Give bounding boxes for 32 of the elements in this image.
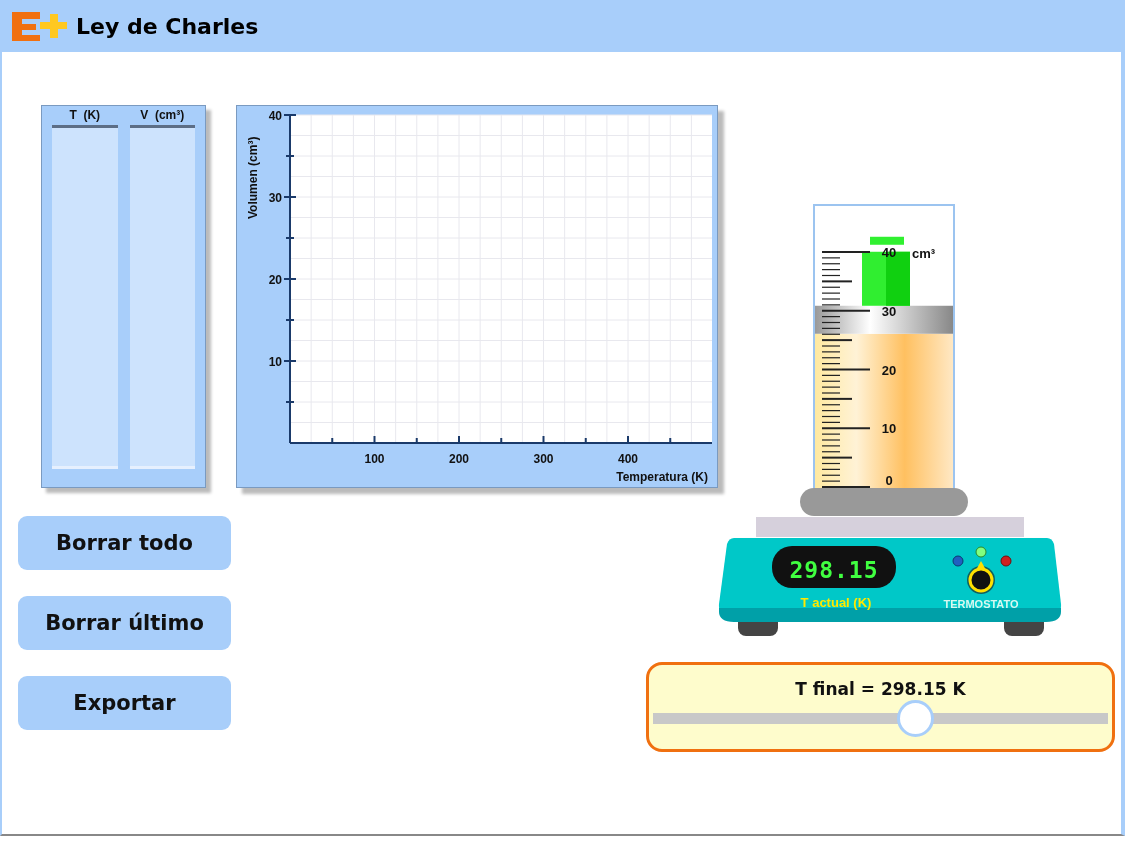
display-label: T actual (K) — [800, 595, 872, 610]
thermostat-label: TERMOSTATO — [943, 598, 1019, 610]
axis-tick-label: 300 — [533, 452, 554, 466]
temperature-display: 298.15 — [789, 557, 879, 583]
axis-tick-label: 200 — [449, 452, 469, 466]
axis-tick-label: 40 — [268, 109, 282, 123]
axis-tick-label: 30 — [268, 191, 282, 205]
indicator-light — [952, 555, 964, 567]
thermostat-knob[interactable] — [967, 561, 995, 594]
logo-icon — [10, 10, 68, 42]
unit-label: cm³ — [912, 246, 936, 261]
indicator-light — [975, 546, 987, 558]
indicator-light — [1000, 555, 1012, 567]
axis-tick-label: 10 — [268, 355, 282, 369]
slider-thumb[interactable] — [896, 700, 934, 737]
slider-label: T final = 298.15 K — [795, 679, 966, 699]
weight-icon — [862, 236, 910, 306]
axis-tick-label: 100 — [364, 452, 385, 466]
axis-title: Temperatura (K) — [616, 470, 708, 484]
action-button[interactable]: Exportar — [18, 676, 231, 730]
scale-label: 10 — [881, 421, 897, 437]
action-button[interactable]: Borrar último — [18, 596, 231, 650]
scale-label: 30 — [881, 303, 897, 319]
column-header: T (K) — [69, 107, 101, 124]
axis-tick-label: 20 — [268, 273, 282, 287]
scale-label: 0 — [885, 473, 893, 488]
axis-tick-label: 400 — [618, 452, 638, 466]
scale-label: 20 — [881, 362, 897, 378]
column-header: V (cm³) — [140, 107, 185, 124]
axis-title: Volumen (cm³) — [246, 136, 260, 219]
app-title: Ley de Charles — [76, 13, 259, 39]
action-button[interactable]: Borrar todo — [18, 516, 231, 570]
